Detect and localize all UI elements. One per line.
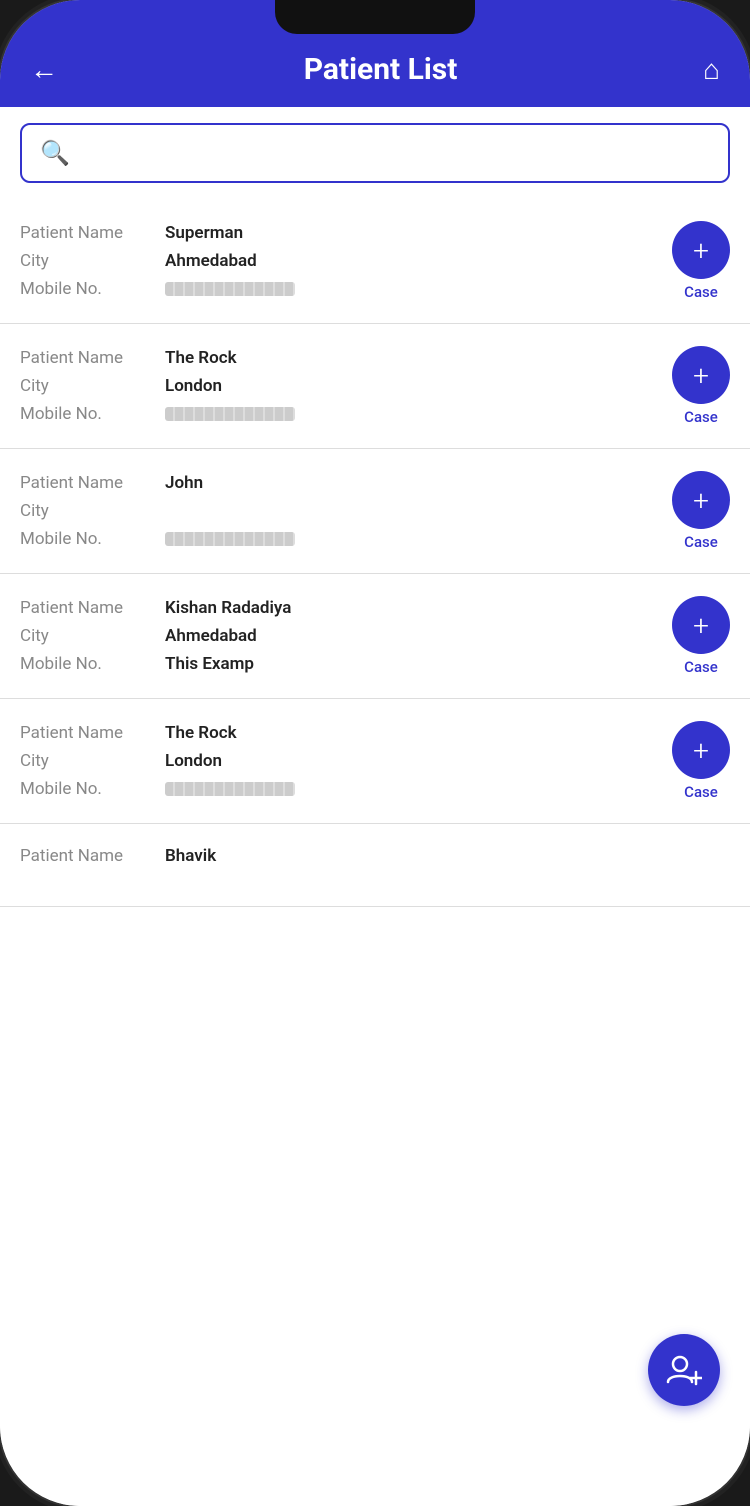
search-input[interactable] [82,143,710,164]
city-line: City London [20,751,662,771]
add-patient-fab[interactable] [648,1334,720,1406]
patient-list: Patient Name Superman City Ahmedabad Mob… [0,199,750,1506]
add-case-button[interactable]: + Case [672,346,730,426]
patient-name-label: Patient Name [20,723,165,743]
patient-name-label: Patient Name [20,348,165,368]
add-case-button[interactable]: + Case [672,721,730,801]
city-value: Ahmedabad [165,626,257,646]
name-line: Patient Name The Rock [20,348,662,368]
patient-name-value: The Rock [165,723,237,743]
city-label: City [20,501,165,521]
city-label: City [20,626,165,646]
patient-name-label: Patient Name [20,223,165,243]
mobile-line: Mobile No. [20,279,662,299]
patient-name-value: John [165,473,203,493]
person-add-icon [666,1352,702,1388]
list-item: Patient Name Kishan Radadiya City Ahmeda… [0,574,750,699]
patient-name-label: Patient Name [20,473,165,493]
case-label: Case [684,783,718,801]
name-line: Patient Name Bhavik [20,846,730,866]
mobile-redacted [165,532,295,546]
phone-frame: ← Patient List ⌂ 🔍 Patient Name Superman [0,0,750,1506]
home-button[interactable]: ⌂ [703,53,720,86]
city-line: City [20,501,662,521]
case-circle-icon: + [672,346,730,404]
case-label: Case [684,283,718,301]
mobile-redacted [165,407,295,421]
city-label: City [20,751,165,771]
mobile-value: This Examp [165,654,254,674]
city-line: City Ahmedabad [20,251,662,271]
patient-info: Patient Name Kishan Radadiya City Ahmeda… [20,598,662,674]
patient-info: Patient Name The Rock City London Mobile… [20,348,662,424]
list-item: Patient Name The Rock City London Mobile… [0,699,750,824]
mobile-line: Mobile No. This Examp [20,654,662,674]
list-item: Patient Name John City Mobile No. + Case [0,449,750,574]
case-label: Case [684,658,718,676]
add-case-button[interactable]: + Case [672,596,730,676]
mobile-label: Mobile No. [20,779,165,799]
list-item: Patient Name Superman City Ahmedabad Mob… [0,199,750,324]
notch [275,0,475,34]
patient-info: Patient Name The Rock City London Mobile… [20,723,662,799]
search-box: 🔍 [20,123,730,183]
city-value: London [165,376,222,396]
patient-name-value: Kishan Radadiya [165,598,291,618]
case-circle-icon: + [672,721,730,779]
add-case-button[interactable]: + Case [672,221,730,301]
patient-info: Patient Name Superman City Ahmedabad Mob… [20,223,662,299]
patient-info: Patient Name Bhavik [20,846,730,866]
mobile-redacted [165,282,295,296]
list-item: Patient Name Bhavik [0,824,750,907]
list-item: Patient Name The Rock City London Mobile… [0,324,750,449]
screen: ← Patient List ⌂ 🔍 Patient Name Superman [0,0,750,1506]
case-circle-icon: + [672,596,730,654]
case-circle-icon: + [672,221,730,279]
city-line: City Ahmedabad [20,626,662,646]
back-button[interactable]: ← [30,53,58,86]
name-line: Patient Name Kishan Radadiya [20,598,662,618]
patient-name-label: Patient Name [20,846,165,866]
search-container: 🔍 [0,107,750,199]
mobile-redacted [165,782,295,796]
patient-name-value: Bhavik [165,846,216,866]
mobile-label: Mobile No. [20,404,165,424]
patient-name-value: Superman [165,223,243,243]
city-label: City [20,251,165,271]
mobile-line: Mobile No. [20,404,662,424]
patient-name-label: Patient Name [20,598,165,618]
search-icon: 🔍 [40,139,70,167]
add-case-button[interactable]: + Case [672,471,730,551]
name-line: Patient Name The Rock [20,723,662,743]
patient-info: Patient Name John City Mobile No. [20,473,662,549]
page-title: Patient List [58,52,703,87]
city-value: London [165,751,222,771]
case-label: Case [684,408,718,426]
mobile-label: Mobile No. [20,529,165,549]
mobile-line: Mobile No. [20,779,662,799]
mobile-label: Mobile No. [20,654,165,674]
case-circle-icon: + [672,471,730,529]
mobile-label: Mobile No. [20,279,165,299]
name-line: Patient Name John [20,473,662,493]
case-label: Case [684,533,718,551]
city-value: Ahmedabad [165,251,257,271]
city-label: City [20,376,165,396]
city-line: City London [20,376,662,396]
patient-name-value: The Rock [165,348,237,368]
name-line: Patient Name Superman [20,223,662,243]
mobile-line: Mobile No. [20,529,662,549]
